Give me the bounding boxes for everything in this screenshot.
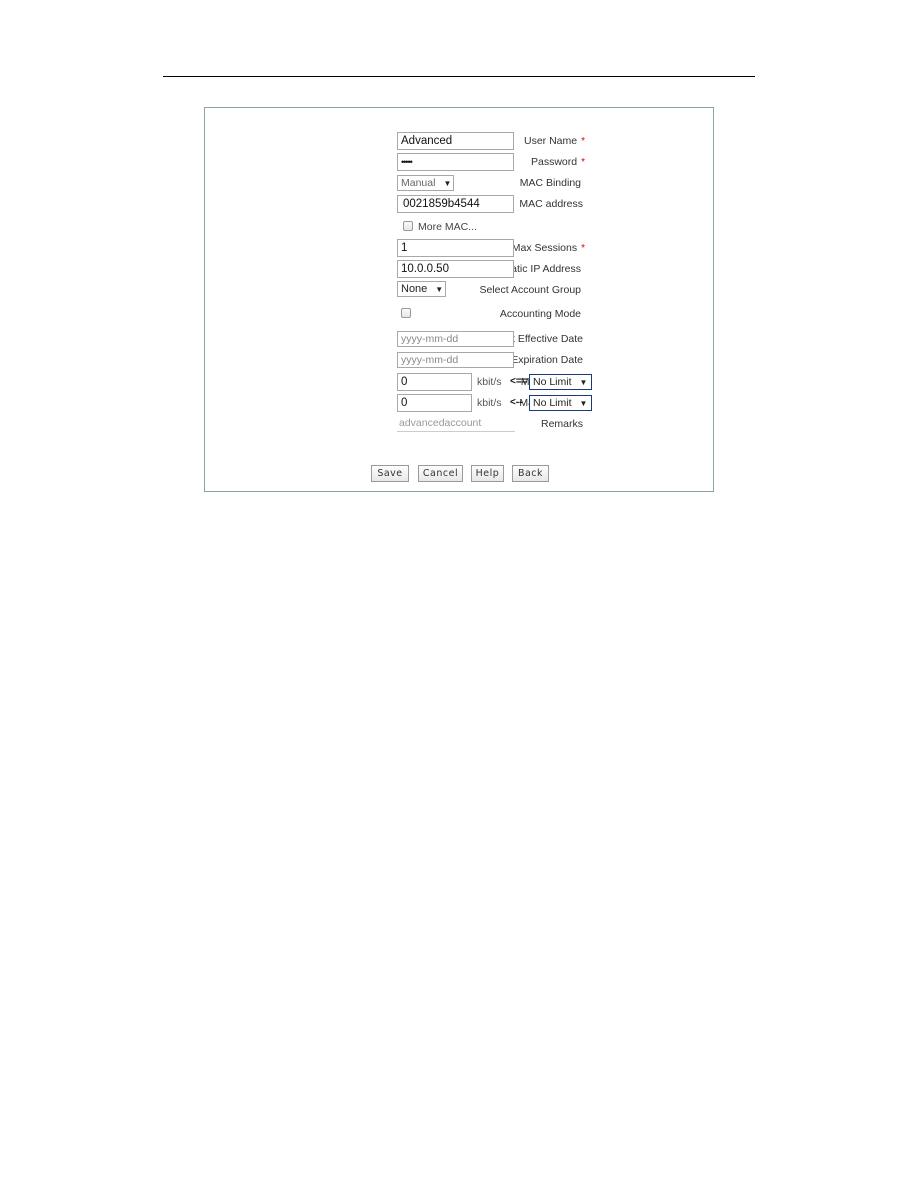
expiration-date-input[interactable]: yyyy-mm-dd: [397, 352, 514, 368]
chevron-down-icon: ▼: [435, 284, 444, 294]
mac-address-label: MAC address: [519, 198, 583, 210]
page-header-rule: [163, 76, 755, 77]
chevron-down-icon: ▼: [579, 398, 588, 408]
required-mark: *: [581, 243, 585, 254]
required-mark: *: [581, 157, 585, 168]
tx-rate-limit-value: No Limit: [533, 376, 572, 388]
accounting-mode-checkbox[interactable]: [401, 308, 411, 318]
static-ip-input[interactable]: 10.0.0.50: [397, 260, 514, 278]
tx-rate-limit-select[interactable]: No Limit ▼: [529, 374, 592, 390]
max-sessions-label: Max Sessions *: [511, 242, 585, 254]
tx-rate-input[interactable]: 0: [397, 373, 472, 391]
tx-rate-unit: kbit/s: [477, 376, 502, 388]
password-label: Password *: [530, 156, 585, 168]
chevron-down-icon: ▼: [579, 377, 588, 387]
account-form-panel: User Name * Advanced Password * ••••• MAC …: [204, 107, 714, 492]
chevron-down-icon: ▼: [443, 178, 452, 188]
password-input[interactable]: •••••: [397, 153, 514, 171]
help-button[interactable]: Help: [471, 465, 504, 482]
user-name-label: User Name *: [523, 135, 585, 147]
cancel-button[interactable]: Cancel: [418, 465, 463, 482]
rx-rate-arrow: <--: [510, 397, 523, 408]
user-name-input[interactable]: Advanced: [397, 132, 514, 150]
mac-binding-select[interactable]: Manual ▼: [397, 175, 454, 191]
accounting-mode-label: Accounting Mode: [499, 308, 581, 320]
required-mark: *: [581, 136, 585, 147]
remarks-label: Remarks: [540, 418, 583, 430]
tx-rate-arrow: <==: [510, 376, 528, 387]
effective-date-input[interactable]: yyyy-mm-dd: [397, 331, 514, 347]
rx-rate-limit-select[interactable]: No Limit ▼: [529, 395, 592, 411]
max-sessions-input[interactable]: 1: [397, 239, 514, 257]
mac-address-input[interactable]: 0021859b4544: [397, 195, 514, 213]
rx-rate-unit: kbit/s: [477, 397, 502, 409]
account-group-select[interactable]: None ▼: [397, 281, 446, 297]
more-mac-label: More MAC...: [418, 221, 477, 233]
remarks-input[interactable]: advancedaccount: [397, 415, 515, 432]
save-button[interactable]: Save: [371, 465, 409, 482]
back-button[interactable]: Back: [512, 465, 549, 482]
mac-binding-value: Manual: [401, 177, 436, 189]
account-group-value: None: [401, 283, 428, 295]
rx-rate-limit-value: No Limit: [533, 397, 572, 409]
account-group-label: Select Account Group: [479, 284, 581, 296]
mac-binding-label: MAC Binding: [519, 177, 581, 189]
rx-rate-input[interactable]: 0: [397, 394, 472, 412]
more-mac-checkbox[interactable]: [403, 221, 413, 231]
